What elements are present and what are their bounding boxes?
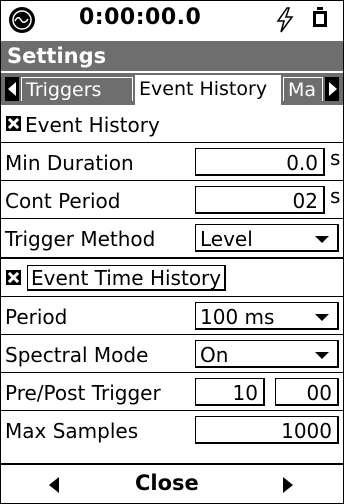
event-history-checkbox[interactable] xyxy=(6,116,21,131)
max-samples-field[interactable]: 1000 xyxy=(195,416,339,444)
min-duration-value: 0.0 xyxy=(286,151,318,175)
event-time-history-label: Event Time History xyxy=(27,265,227,291)
period-select[interactable]: 100 ms xyxy=(195,302,339,330)
elapsed-timer: 0:00:00.0 xyxy=(79,5,202,30)
cont-period-row: Cont Period 02 s xyxy=(1,181,343,219)
min-duration-label: Min Duration xyxy=(5,151,134,175)
event-time-history-row[interactable]: Event Time History xyxy=(1,259,343,297)
tab-event-history[interactable]: Event History xyxy=(135,75,281,105)
max-samples-label: Max Samples xyxy=(5,419,139,443)
dropdown-arrow-icon xyxy=(315,236,329,243)
period-row: Period 100 ms xyxy=(1,297,343,335)
trigger-method-row: Trigger Method Level xyxy=(1,219,343,259)
max-samples-row: Max Samples 1000 xyxy=(1,411,343,449)
pre-post-trigger-row: Pre/Post Trigger 10 00 xyxy=(1,373,343,411)
tab-triggers[interactable]: Triggers xyxy=(21,77,133,101)
min-duration-row: Min Duration 0.0 s xyxy=(1,143,343,181)
dropdown-arrow-icon xyxy=(315,314,329,321)
status-bar: 0:00:00.0 xyxy=(1,1,343,39)
trigger-method-select[interactable]: Level xyxy=(195,224,339,252)
lightning-icon xyxy=(275,7,295,33)
max-samples-value: 1000 xyxy=(281,419,332,443)
spectral-mode-value: On xyxy=(200,343,229,367)
event-history-row[interactable]: Event History xyxy=(1,105,343,143)
min-duration-unit: s xyxy=(330,146,341,170)
pre-trigger-field[interactable]: 10 xyxy=(195,378,265,406)
pre-post-trigger-label: Pre/Post Trigger xyxy=(5,381,161,405)
previous-arrow-icon[interactable] xyxy=(49,477,59,493)
tab-ma[interactable]: Ma xyxy=(283,77,323,101)
trigger-method-value: Level xyxy=(200,227,253,251)
spectral-mode-row: Spectral Mode On xyxy=(1,335,343,373)
cont-period-label: Cont Period xyxy=(5,189,121,213)
tab-scroll-right-icon[interactable] xyxy=(325,77,339,101)
bottom-bar: Close xyxy=(1,463,343,503)
app-logo-icon xyxy=(9,7,35,33)
tab-bar: Triggers Event History Ma xyxy=(1,73,343,105)
spectral-mode-select[interactable]: On xyxy=(195,340,339,368)
cont-period-field[interactable]: 02 xyxy=(195,186,325,214)
close-button[interactable]: Close xyxy=(135,471,199,495)
page-title: Settings xyxy=(1,41,343,71)
cont-period-value: 02 xyxy=(292,189,318,213)
dropdown-arrow-icon xyxy=(315,352,329,359)
pre-trigger-value: 10 xyxy=(232,381,258,405)
trigger-method-label: Trigger Method xyxy=(5,227,156,251)
event-history-label: Event History xyxy=(25,113,160,137)
min-duration-field[interactable]: 0.0 xyxy=(195,148,325,176)
post-trigger-field[interactable]: 00 xyxy=(275,378,339,406)
period-value: 100 ms xyxy=(200,305,275,329)
event-time-history-checkbox[interactable] xyxy=(6,270,21,285)
cont-period-unit: s xyxy=(330,184,341,208)
device-screen: 0:00:00.0 Settings Triggers Event Histor… xyxy=(0,0,344,504)
tab-scroll-left-icon[interactable] xyxy=(5,77,19,101)
spectral-mode-label: Spectral Mode xyxy=(5,343,149,367)
period-label: Period xyxy=(5,305,68,329)
battery-icon xyxy=(313,7,327,27)
next-arrow-icon[interactable] xyxy=(283,477,293,493)
post-trigger-value: 00 xyxy=(306,381,332,405)
